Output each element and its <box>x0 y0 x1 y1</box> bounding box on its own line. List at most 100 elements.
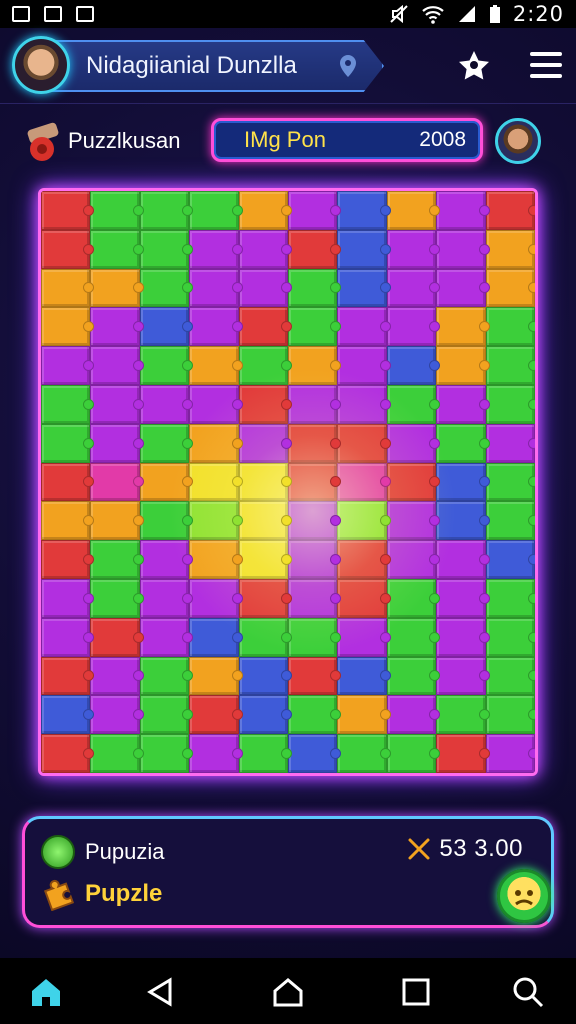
puzzle-piece[interactable] <box>90 423 145 463</box>
search-icon[interactable] <box>510 974 546 1010</box>
puzzle-piece[interactable] <box>238 423 293 463</box>
puzzle-piece[interactable] <box>41 695 95 735</box>
puzzle-piece[interactable] <box>139 384 194 424</box>
puzzle-piece[interactable] <box>485 307 535 347</box>
puzzle-piece[interactable] <box>386 695 441 735</box>
puzzle-piece[interactable] <box>288 346 342 385</box>
puzzle-piece[interactable] <box>90 346 145 385</box>
puzzle-piece[interactable] <box>139 346 194 385</box>
puzzle-piece[interactable] <box>189 734 244 773</box>
puzzle-piece[interactable] <box>238 191 293 230</box>
puzzle-piece[interactable] <box>288 656 342 696</box>
puzzle-piece[interactable] <box>238 578 293 618</box>
puzzle-piece[interactable] <box>436 307 491 347</box>
puzzle-piece[interactable] <box>337 191 392 230</box>
puzzle-piece[interactable] <box>139 540 194 579</box>
puzzle-piece[interactable] <box>139 501 194 541</box>
back-icon[interactable] <box>142 974 178 1010</box>
puzzle-piece[interactable] <box>288 307 342 347</box>
puzzle-piece[interactable] <box>485 695 535 735</box>
puzzle-piece[interactable] <box>139 617 194 657</box>
puzzle-piece[interactable] <box>90 384 145 424</box>
puzzle-piece[interactable] <box>139 656 194 696</box>
puzzle-piece[interactable] <box>90 229 145 269</box>
puzzle-piece[interactable] <box>436 268 491 308</box>
puzzle-piece[interactable] <box>288 734 342 773</box>
puzzle-piece[interactable] <box>41 734 95 773</box>
puzzle-piece[interactable] <box>288 695 342 735</box>
puzzle-piece[interactable] <box>485 423 535 463</box>
puzzle-piece[interactable] <box>139 191 194 230</box>
puzzle-piece[interactable] <box>386 423 441 463</box>
puzzle-piece[interactable] <box>90 540 145 579</box>
puzzle-piece[interactable] <box>288 578 342 618</box>
hamburger-menu-icon[interactable] <box>530 52 562 78</box>
puzzle-piece[interactable] <box>288 191 342 230</box>
puzzle-piece[interactable] <box>436 384 491 424</box>
puzzle-piece[interactable] <box>238 656 293 696</box>
puzzle-piece[interactable] <box>41 268 95 308</box>
puzzle-piece[interactable] <box>288 462 342 502</box>
puzzle-piece[interactable] <box>386 268 441 308</box>
puzzle-piece[interactable] <box>337 462 392 502</box>
puzzle-piece[interactable] <box>238 734 293 773</box>
puzzle-piece[interactable] <box>337 423 392 463</box>
puzzle-piece[interactable] <box>238 501 293 541</box>
puzzle-piece[interactable] <box>288 268 342 308</box>
puzzle-piece[interactable] <box>485 346 535 385</box>
emoji-button[interactable] <box>497 869 551 923</box>
puzzle-piece[interactable] <box>41 346 95 385</box>
puzzle-piece[interactable] <box>139 578 194 618</box>
puzzle-piece[interactable] <box>90 501 145 541</box>
puzzle-piece[interactable] <box>436 346 491 385</box>
star-icon[interactable] <box>456 48 492 84</box>
puzzle-piece[interactable] <box>238 462 293 502</box>
puzzle-piece[interactable] <box>139 462 194 502</box>
puzzle-piece[interactable] <box>238 695 293 735</box>
puzzle-piece[interactable] <box>41 617 95 657</box>
puzzle-piece[interactable] <box>337 734 392 773</box>
puzzle-piece[interactable] <box>386 734 441 773</box>
puzzle-piece[interactable] <box>386 346 441 385</box>
puzzle-piece[interactable] <box>337 346 392 385</box>
puzzle-piece[interactable] <box>485 734 535 773</box>
puzzle-piece[interactable] <box>189 617 244 657</box>
puzzle-piece[interactable] <box>337 268 392 308</box>
puzzle-piece[interactable] <box>189 268 244 308</box>
puzzle-piece[interactable] <box>436 656 491 696</box>
puzzle-piece[interactable] <box>139 307 194 347</box>
puzzle-piece[interactable] <box>386 656 441 696</box>
puzzle-piece[interactable] <box>189 656 244 696</box>
puzzle-piece[interactable] <box>337 656 392 696</box>
pin-icon[interactable] <box>338 54 358 78</box>
puzzle-piece[interactable] <box>238 384 293 424</box>
puzzle-piece[interactable] <box>41 191 95 230</box>
puzzle-piece[interactable] <box>41 656 95 696</box>
puzzle-piece[interactable] <box>288 501 342 541</box>
puzzle-piece[interactable] <box>337 578 392 618</box>
opponent-avatar[interactable] <box>495 118 541 164</box>
puzzle-piece[interactable] <box>90 617 145 657</box>
puzzle-piece[interactable] <box>288 423 342 463</box>
puzzle-piece[interactable] <box>288 617 342 657</box>
puzzle-piece[interactable] <box>90 307 145 347</box>
puzzle-piece[interactable] <box>238 307 293 347</box>
puzzle-piece[interactable] <box>386 617 441 657</box>
score-pill[interactable]: IMg Pon 2008 <box>211 118 483 162</box>
puzzle-piece[interactable] <box>337 307 392 347</box>
puzzle-piece[interactable] <box>189 191 244 230</box>
puzzle-piece[interactable] <box>189 501 244 541</box>
puzzle-piece[interactable] <box>189 229 244 269</box>
puzzle-piece[interactable] <box>288 384 342 424</box>
puzzle-piece[interactable] <box>386 540 441 579</box>
puzzle-piece[interactable] <box>238 346 293 385</box>
puzzle-piece[interactable] <box>189 578 244 618</box>
puzzle-piece[interactable] <box>189 384 244 424</box>
puzzle-piece[interactable] <box>90 268 145 308</box>
puzzle-piece[interactable] <box>41 501 95 541</box>
puzzle-piece[interactable] <box>189 540 244 579</box>
player-avatar[interactable] <box>12 36 70 94</box>
puzzle-piece[interactable] <box>436 501 491 541</box>
puzzle-piece[interactable] <box>41 578 95 618</box>
puzzle-piece[interactable] <box>41 307 95 347</box>
